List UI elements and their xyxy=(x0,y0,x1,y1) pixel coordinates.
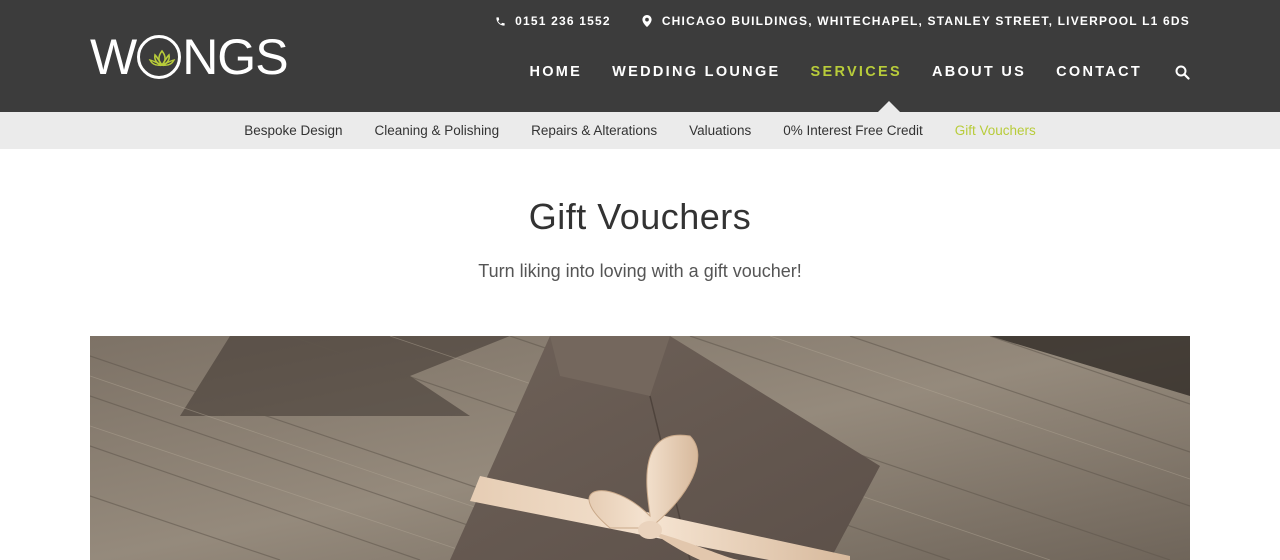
address-text: CHICAGO BUILDINGS, WHITECHAPEL, STANLEY … xyxy=(661,14,1190,28)
subnav-repairs-alterations[interactable]: Repairs & Alterations xyxy=(531,123,657,138)
nav-home[interactable]: HOME xyxy=(529,64,582,80)
gift-envelope-photo xyxy=(90,336,1190,560)
address-link[interactable]: CHICAGO BUILDINGS, WHITECHAPEL, STANLEY … xyxy=(641,14,1190,28)
nav-wedding-lounge[interactable]: WEDDING LOUNGE xyxy=(612,64,780,80)
subnav-cleaning-polishing[interactable]: Cleaning & Polishing xyxy=(375,123,500,138)
main-nav: HOME WEDDING LOUNGE SERVICES ABOUT US CO… xyxy=(499,60,1190,84)
page-subtitle: Turn liking into loving with a gift vouc… xyxy=(478,261,802,281)
search-icon[interactable] xyxy=(1174,64,1190,80)
subnav-interest-free-credit[interactable]: 0% Interest Free Credit xyxy=(783,123,923,138)
page-title: Gift Vouchers xyxy=(528,196,752,237)
hero-image xyxy=(90,336,1190,560)
contact-bar: 0151 236 1552 CHICAGO BUILDINGS, WHITECH… xyxy=(464,13,1190,29)
phone-icon xyxy=(494,15,506,27)
subnav-valuations[interactable]: Valuations xyxy=(689,123,751,138)
nav-services[interactable]: SERVICES xyxy=(811,64,902,80)
subnav-bespoke-design[interactable]: Bespoke Design xyxy=(244,123,342,138)
subnav-gift-vouchers[interactable]: Gift Vouchers xyxy=(955,123,1036,138)
map-pin-icon xyxy=(641,15,653,27)
lotus-icon xyxy=(137,35,182,79)
active-nav-caret xyxy=(878,101,900,112)
services-subnav: Bespoke Design Cleaning & Polishing Repa… xyxy=(0,112,1280,149)
nav-about-us[interactable]: ABOUT US xyxy=(932,64,1026,80)
logo-wordmark: W NGS xyxy=(90,29,289,85)
wongs-logo[interactable]: W NGS xyxy=(90,29,289,85)
phone-number: 0151 236 1552 xyxy=(515,14,611,28)
site-header: W NGS 0151 236 1552 CHICAGO BUILDINGS, W… xyxy=(0,0,1280,112)
nav-contact[interactable]: CONTACT xyxy=(1056,64,1142,80)
phone-link[interactable]: 0151 236 1552 xyxy=(494,14,611,28)
